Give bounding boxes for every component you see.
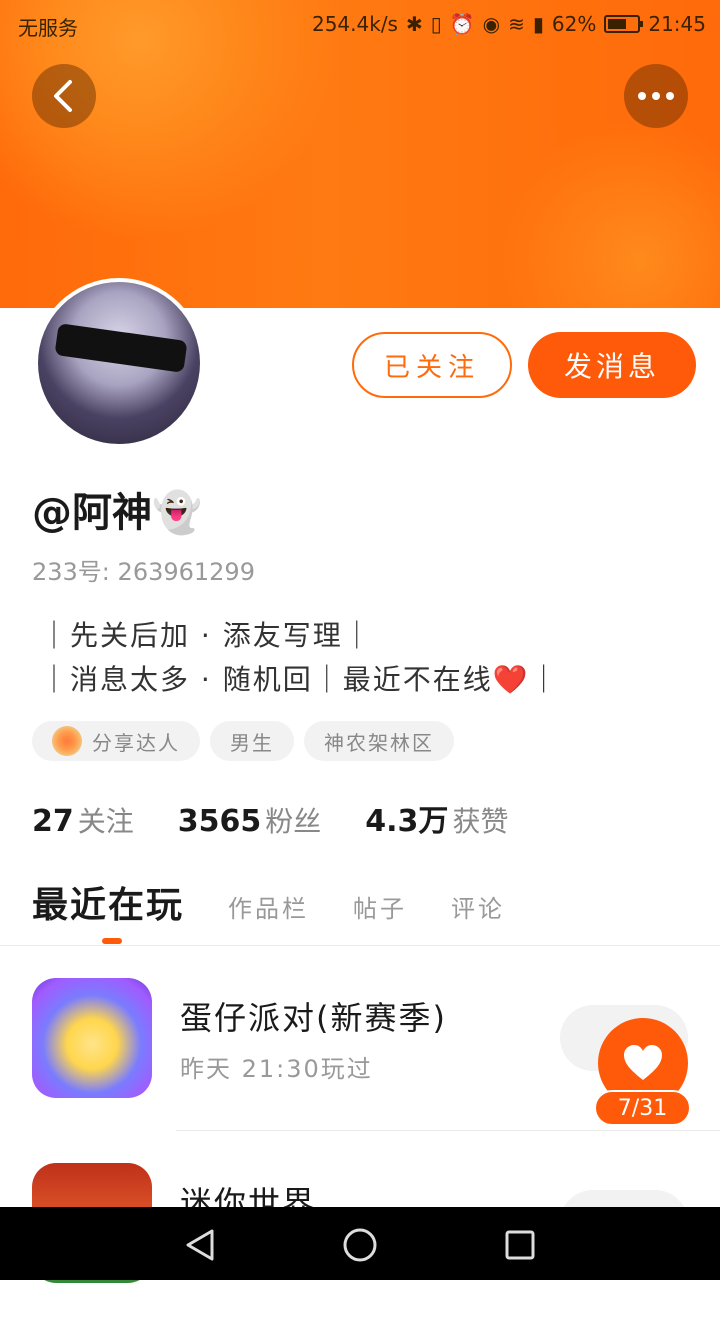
bio-line-2: ｜消息太多 · 随机回｜最近不在线❤️｜ [40, 663, 560, 696]
battery-level [608, 19, 626, 29]
uid-value: 263961299 [117, 558, 255, 586]
send-message-button[interactable]: 发消息 [528, 332, 696, 398]
square-recents-icon [505, 1230, 535, 1260]
chevron-left-icon [54, 80, 72, 112]
tag-location: 神农架林区 [304, 721, 454, 761]
tab-works[interactable]: 作品栏 [228, 889, 309, 924]
username: @阿神👻 [32, 490, 202, 536]
game-name: 蛋仔派对(新赛季) [180, 999, 447, 1037]
triangle-back-icon [186, 1229, 214, 1261]
system-nav-bar [0, 1207, 720, 1280]
user-id: 233号: 263961299 [32, 552, 255, 587]
tab-posts[interactable]: 帖子 [353, 889, 407, 924]
more-button[interactable] [624, 64, 688, 128]
avatar[interactable] [34, 278, 204, 448]
tag-gender: 男生 [210, 721, 294, 761]
tab-recently-played[interactable]: 最近在玩 [32, 876, 184, 928]
status-bar: 无服务 254.4k/s ✱ ▯ ⏰ ◉ ≋ ▮ 62% 21:45 [0, 0, 720, 50]
stat-likes[interactable]: 4.3万 获赞 [365, 796, 508, 840]
tab-indicator [102, 938, 122, 944]
tag-label: 男生 [230, 730, 274, 755]
nav-home-button[interactable] [340, 1225, 380, 1265]
stat-value: 27 [32, 804, 74, 839]
nav-back-button[interactable] [180, 1225, 220, 1265]
more-horizontal-icon [638, 92, 674, 100]
sim-icon: ▮ [532, 12, 544, 36]
alarm-icon: ⏰ [449, 12, 475, 36]
heart-icon [624, 1045, 662, 1080]
tag-label: 神农架林区 [324, 730, 434, 755]
stat-label: 获赞 [452, 805, 509, 838]
tag-share-expert[interactable]: 分享达人 [32, 721, 200, 761]
bluetooth-icon: ✱ [405, 12, 423, 36]
profile-tabs: 最近在玩 作品栏 帖子 评论 [32, 876, 505, 928]
followed-button[interactable]: 已关注 [352, 332, 512, 398]
divider [176, 1130, 720, 1131]
circle-home-icon [343, 1228, 377, 1262]
stat-label: 关注 [77, 805, 134, 838]
nav-recents-button[interactable] [500, 1225, 540, 1265]
floating-count-badge: 7/31 [594, 1090, 691, 1126]
divider [0, 945, 720, 946]
stat-value: 3565 [177, 804, 262, 839]
profile-stats: 27 关注 3565 粉丝 4.3万 获赞 [32, 796, 508, 840]
tab-comments[interactable]: 评论 [451, 889, 505, 924]
stat-label: 粉丝 [265, 805, 322, 838]
game-last-played: 昨天 21:30玩过 [180, 1055, 373, 1083]
network-speed: 254.4k/s [311, 12, 398, 36]
tag-label: 分享达人 [92, 730, 180, 755]
battery-icon [604, 15, 644, 33]
back-button[interactable] [32, 64, 96, 128]
tag-list: 分享达人 男生 神农架林区 [32, 721, 454, 761]
wifi-icon: ≋ [508, 12, 525, 36]
medal-icon [52, 726, 82, 756]
eye-icon: ◉ [482, 12, 501, 36]
bio-line-1: ｜先关后加 · 添友写理｜ [40, 619, 373, 652]
stat-following[interactable]: 27 关注 [32, 800, 134, 840]
vibrate-icon: ▯ [430, 12, 442, 36]
stat-followers[interactable]: 3565 粉丝 [178, 800, 322, 840]
battery-percent: 62% [551, 12, 597, 36]
stat-value: 4.3万 [365, 804, 449, 839]
game-icon-eggy-party [32, 978, 152, 1098]
avatar-image [38, 282, 200, 444]
carrier-text: 无服务 [18, 16, 78, 40]
uid-label: 233号: [32, 558, 110, 586]
clock: 21:45 [648, 12, 706, 36]
